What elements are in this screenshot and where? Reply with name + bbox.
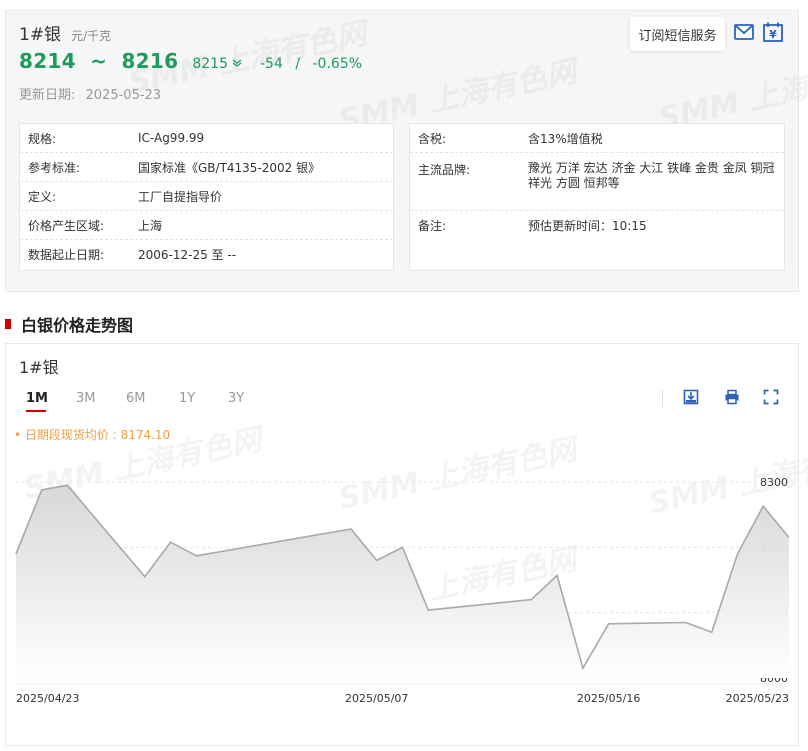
info-row: 备注: 预估更新时间：10:15 — [410, 211, 784, 240]
info-row: 价格产生区域: 上海 — [20, 211, 393, 240]
price-change-value: -54 — [259, 56, 283, 72]
price-low: 8214 — [19, 49, 76, 73]
y-tick-label: 8300 — [760, 476, 788, 489]
spec-info-box: 规格: IC-Ag99.99 参考标准: 国家标准《GB/T4135-2002 … — [19, 123, 394, 271]
info-value: 预估更新时间：10:15 — [528, 219, 647, 233]
section-marker — [5, 319, 11, 329]
info-label: 主流品牌: — [418, 163, 471, 177]
price-info-panel: SMM 上海有色网 SMM 上海有色网 SMM 上海有色网 1#银 元/千克 8… — [5, 10, 808, 292]
info-row: 规格: IC-Ag99.99 — [20, 124, 393, 153]
info-label: 定义: — [28, 189, 57, 204]
price-area — [16, 485, 789, 678]
price-separator: ~ — [90, 49, 108, 73]
subscribe-sms-button[interactable]: 订阅短信服务 — [630, 17, 725, 51]
x-tick-label: 2025/05/23 — [726, 692, 789, 705]
info-value: 上海 — [138, 218, 163, 233]
info-value: IC-Ag99.99 — [138, 131, 205, 145]
info-value: 含13%增值税 — [528, 131, 603, 146]
calendar-yen-icon[interactable]: ¥ — [762, 21, 784, 43]
price-high: 8216 — [121, 49, 179, 73]
info-label: 数据起止日期: — [28, 248, 105, 262]
x-tick-label: 2025/05/16 — [577, 692, 640, 705]
price-change-separator: / — [295, 56, 301, 72]
update-label: 更新日期: — [19, 88, 76, 103]
price-range: 8214 ~ 8216 — [19, 49, 178, 73]
info-value: 豫光 万洋 宏达 济金 大江 铁峰 金贵 金凤 铜冠 祥光 方圆 恒邦等 — [528, 161, 775, 190]
info-row: 定义: 工厂自提指导价 — [20, 182, 393, 211]
info-label: 价格产生区域: — [28, 218, 105, 233]
info-value: 2006-12-25 至 -- — [138, 248, 237, 262]
price-chart-panel: 1#银 1M 3M 6M 1Y 3Y • 日期段现货均价 : 8174.10 S… — [5, 343, 808, 746]
mail-icon[interactable] — [733, 21, 755, 43]
info-label: 含税: — [418, 131, 447, 146]
info-row: 数据起止日期: 2006-12-25 至 -- — [20, 240, 393, 269]
x-tick-label: 2025/04/23 — [16, 692, 79, 705]
info-value: 国家标准《GB/T4135-2002 银》 — [138, 160, 321, 175]
brand-info-box: 含税: 含13%增值税 主流品牌: 豫光 万洋 宏达 济金 大江 铁峰 金贵 金… — [409, 123, 785, 271]
info-row: 含税: 含13%增值税 — [410, 124, 784, 153]
average-price-value: 8215 — [192, 56, 228, 72]
section-title: 白银价格走势图 — [5, 312, 133, 336]
x-tick-label: 2025/05/07 — [345, 692, 408, 705]
update-date-row: 更新日期: 2025-05-23 — [19, 84, 161, 103]
info-row: 主流品牌: 豫光 万洋 宏达 济金 大江 铁峰 金贵 金凤 铜冠 祥光 方圆 恒… — [410, 153, 784, 211]
price-change: -54 / -0.65% — [260, 56, 362, 72]
info-value: 工厂自提指导价 — [138, 189, 223, 204]
info-row: 参考标准: 国家标准《GB/T4135-2002 银》 — [20, 153, 393, 182]
update-date: 2025-05-23 — [85, 88, 162, 103]
price-change-percent: -0.65% — [312, 56, 363, 72]
info-label: 参考标准: — [28, 160, 81, 175]
price-unit: 元/千克 — [71, 29, 112, 43]
average-price: 8215 — [192, 56, 242, 72]
price-row: 8214 ~ 8216 8215 -54 / -0.65% — [19, 49, 362, 73]
chevron-down-icon — [232, 58, 242, 70]
info-label: 备注: — [418, 219, 447, 233]
svg-text:¥: ¥ — [769, 28, 777, 41]
product-name: 1#银 — [19, 25, 62, 45]
info-label: 规格: — [28, 131, 57, 146]
section-title-text: 白银价格走势图 — [21, 316, 134, 335]
product-title-row: 1#银 元/千克 — [19, 20, 111, 45]
price-trend-chart: 80008100820083002025/04/232025/05/072025… — [15, 476, 790, 705]
